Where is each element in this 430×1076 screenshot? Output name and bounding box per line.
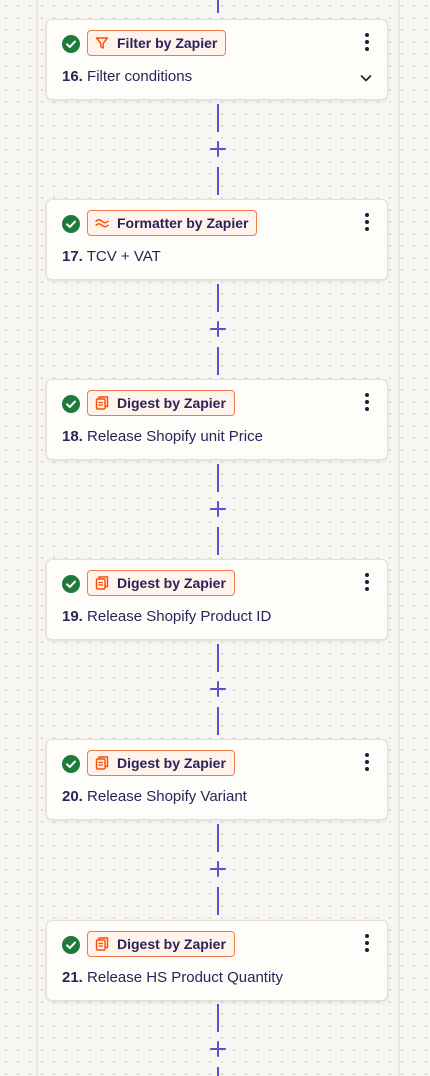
connector-line [217, 824, 219, 852]
step-title: 19. Release Shopify Product ID [62, 608, 271, 625]
app-name: Digest by Zapier [117, 936, 226, 952]
more-options-icon[interactable] [359, 391, 375, 413]
app-name: Digest by Zapier [117, 575, 226, 591]
add-step-button[interactable] [208, 679, 228, 699]
connector-line [217, 167, 219, 195]
step-title: 20. Release Shopify Variant [62, 788, 247, 805]
step-title-text: Release Shopify Product ID [87, 608, 272, 625]
connector-line [217, 1067, 219, 1076]
connector-line [217, 644, 219, 672]
step-number: 16. [62, 68, 83, 85]
digest-icon [95, 576, 109, 590]
step-number: 17. [62, 248, 83, 265]
more-options-icon[interactable] [359, 211, 375, 233]
step-number: 18. [62, 428, 83, 445]
step-card-20[interactable]: Digest by Zapier 20. Release Shopify Var… [46, 739, 388, 820]
step-title: 18. Release Shopify unit Price [62, 428, 263, 445]
connector-line [217, 104, 219, 132]
success-check-icon [62, 215, 80, 233]
add-step-button[interactable] [208, 1039, 228, 1059]
chevron-down-icon[interactable] [358, 70, 374, 86]
success-check-icon [62, 755, 80, 773]
connector-line [217, 1004, 219, 1032]
app-badge[interactable]: Digest by Zapier [87, 570, 235, 596]
app-name: Formatter by Zapier [117, 215, 249, 231]
connector-line [217, 0, 219, 13]
canvas-lane-left-border [36, 0, 38, 1076]
step-title-text: TCV + VAT [86, 248, 161, 265]
connector-line [217, 707, 219, 735]
success-check-icon [62, 936, 80, 954]
step-card-17[interactable]: Formatter by Zapier 17. TCV + VAT [46, 199, 388, 280]
step-title: 16. Filter conditions [62, 68, 192, 85]
step-number: 20. [62, 788, 83, 805]
add-step-button[interactable] [208, 499, 228, 519]
add-step-button[interactable] [208, 319, 228, 339]
digest-icon [95, 396, 109, 410]
success-check-icon [62, 395, 80, 413]
filter-icon [95, 37, 109, 49]
add-step-button[interactable] [208, 859, 228, 879]
more-options-icon[interactable] [359, 31, 375, 53]
app-name: Digest by Zapier [117, 395, 226, 411]
app-name: Filter by Zapier [117, 35, 218, 51]
step-title: 17. TCV + VAT [62, 248, 161, 265]
more-options-icon[interactable] [359, 932, 375, 954]
step-title-text: Filter conditions [87, 68, 193, 85]
step-number: 21. [62, 969, 83, 986]
app-badge[interactable]: Digest by Zapier [87, 390, 235, 416]
canvas-lane-right-border [398, 0, 400, 1076]
app-badge[interactable]: Digest by Zapier [87, 750, 235, 776]
digest-icon [95, 756, 109, 770]
more-options-icon[interactable] [359, 751, 375, 773]
connector-line [217, 464, 219, 492]
add-step-button[interactable] [208, 139, 228, 159]
step-card-21[interactable]: Digest by Zapier 21. Release HS Product … [46, 920, 388, 1001]
step-number: 19. [62, 608, 83, 625]
step-title: 21. Release HS Product Quantity [62, 969, 283, 986]
app-badge[interactable]: Filter by Zapier [87, 30, 227, 56]
formatter-icon [95, 219, 109, 228]
step-card-18[interactable]: Digest by Zapier 18. Release Shopify uni… [46, 379, 388, 460]
success-check-icon [62, 575, 80, 593]
step-title-text: Release HS Product Quantity [87, 969, 283, 986]
connector-line [217, 284, 219, 312]
step-card-16[interactable]: Filter by Zapier 16. Filter conditions [46, 19, 388, 100]
connector-line [217, 347, 219, 375]
success-check-icon [62, 35, 80, 53]
app-badge[interactable]: Formatter by Zapier [87, 210, 258, 236]
connector-line [217, 527, 219, 555]
step-title-text: Release Shopify unit Price [87, 428, 263, 445]
more-options-icon[interactable] [359, 571, 375, 593]
connector-line [217, 887, 219, 915]
step-card-19[interactable]: Digest by Zapier 19. Release Shopify Pro… [46, 559, 388, 640]
digest-icon [95, 937, 109, 951]
app-badge[interactable]: Digest by Zapier [87, 931, 235, 957]
app-name: Digest by Zapier [117, 755, 226, 771]
step-title-text: Release Shopify Variant [87, 788, 247, 805]
